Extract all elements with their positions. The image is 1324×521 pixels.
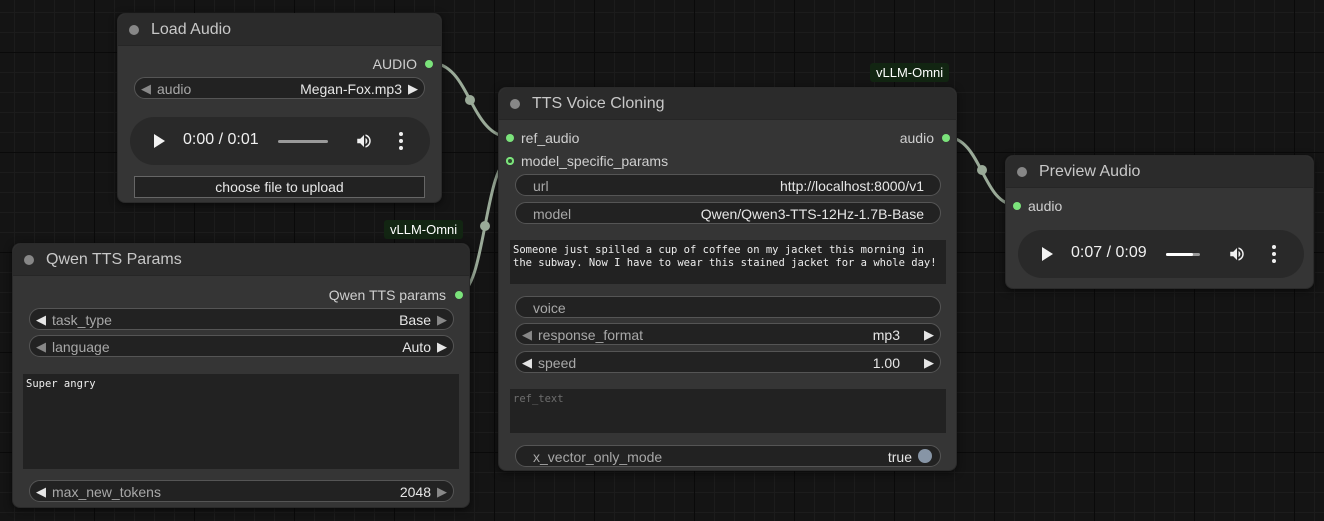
language-combo[interactable]: ◀ language Auto ▶ [29, 335, 454, 357]
arrow-left-icon[interactable]: ◀ [36, 339, 46, 355]
widget-label: voice [533, 300, 566, 316]
arrow-left-icon[interactable]: ◀ [522, 355, 532, 371]
widget-value: Megan-Fox.mp3 [300, 81, 402, 97]
player-time: 0:07 / 0:09 [1071, 244, 1147, 261]
player-time: 0:00 / 0:01 [183, 131, 259, 148]
collapse-dot-icon[interactable] [1017, 167, 1027, 177]
slot-dot-icon[interactable] [425, 60, 433, 68]
more-vert-icon[interactable] [1272, 245, 1276, 263]
widget-label: x_vector_only_mode [533, 449, 663, 465]
node-badge: vLLM-Omni [870, 63, 950, 82]
slot-dot-icon[interactable] [506, 157, 514, 165]
x-vector-toggle[interactable]: x_vector_only_mode true [515, 445, 941, 467]
widget-value: true [887, 449, 912, 465]
node-badge: vLLM-Omni [384, 220, 464, 239]
ref-text-textarea[interactable]: ref_text [510, 389, 946, 433]
link-reroute-dot [465, 95, 475, 105]
widget-label: max_new_tokens [52, 484, 161, 500]
arrow-left-icon[interactable]: ◀ [36, 312, 46, 328]
node-title-bar[interactable]: Preview Audio [1006, 156, 1313, 188]
node-title-bar[interactable]: TTS Voice Cloning [499, 88, 956, 120]
widget-value: Base [399, 312, 431, 328]
widget-value: 1.00 [872, 355, 900, 371]
link-reroute-dot [977, 165, 987, 175]
widget-label: language [52, 339, 110, 355]
tts-voice-cloning-node[interactable]: TTS Voice Cloning ref_audio model_specif… [498, 87, 957, 471]
arrow-left-icon[interactable]: ◀ [141, 81, 151, 97]
volume-icon[interactable] [355, 132, 373, 150]
widget-value: 2048 [399, 484, 431, 500]
arrow-left-icon[interactable]: ◀ [36, 484, 46, 500]
widget-label: model [533, 206, 572, 222]
upload-button[interactable]: choose file to upload [134, 176, 425, 198]
voice-field[interactable]: voice [515, 296, 941, 318]
node-title: TTS Voice Cloning [532, 95, 665, 112]
input-slot-model-params[interactable]: model_specific_params [506, 153, 668, 169]
arrow-right-icon[interactable]: ▶ [408, 81, 418, 97]
input-slot-audio[interactable]: audio [1013, 198, 1062, 214]
arrow-right-icon[interactable]: ▶ [437, 484, 447, 500]
node-title: Qwen TTS Params [46, 251, 182, 268]
response-format-combo[interactable]: ◀ response_format mp3 ▶ [515, 323, 941, 345]
load-audio-node[interactable]: Load Audio AUDIO ◀ audio Megan-Fox.mp3 ▶… [117, 13, 442, 203]
model-field[interactable]: model Qwen/Qwen3-TTS-12Hz-1.7B-Base [515, 202, 941, 224]
arrow-right-icon[interactable]: ▶ [437, 312, 447, 328]
play-icon[interactable] [1042, 247, 1053, 261]
slot-label: ref_audio [521, 130, 580, 146]
seek-slider[interactable] [1166, 253, 1200, 256]
node-title: Load Audio [151, 21, 232, 38]
widget-label: task_type [52, 312, 112, 328]
arrow-right-icon[interactable]: ▶ [924, 355, 934, 371]
widget-label: url [533, 178, 549, 194]
collapse-dot-icon[interactable] [24, 255, 34, 265]
node-title-bar[interactable]: Load Audio [118, 14, 441, 46]
seek-slider[interactable] [278, 140, 328, 143]
input-slot-ref-audio[interactable]: ref_audio [506, 130, 579, 146]
widget-label: speed [538, 355, 577, 371]
collapse-dot-icon[interactable] [129, 25, 139, 35]
slot-dot-icon[interactable] [455, 291, 463, 299]
link-reroute-dot [480, 221, 490, 231]
output-slot-params[interactable]: Qwen TTS params [329, 287, 463, 303]
slot-dot-icon[interactable] [506, 134, 514, 142]
instructions-textarea[interactable]: Super angry [23, 374, 459, 469]
slot-label: audio [1028, 198, 1063, 214]
widget-value: Qwen/Qwen3-TTS-12Hz-1.7B-Base [700, 206, 924, 222]
arrow-left-icon[interactable]: ◀ [522, 327, 532, 343]
node-title-bar[interactable]: Qwen TTS Params [13, 244, 469, 276]
arrow-right-icon[interactable]: ▶ [437, 339, 447, 355]
slot-dot-icon[interactable] [942, 134, 950, 142]
widget-label: response_format [538, 327, 644, 343]
slot-label: Qwen TTS params [328, 287, 446, 303]
seek-fill [1166, 253, 1193, 256]
widget-value: mp3 [872, 327, 900, 343]
max-new-tokens-number[interactable]: ◀ max_new_tokens 2048 ▶ [29, 480, 454, 502]
preview-audio-node[interactable]: Preview Audio audio 0:07 / 0:09 [1005, 155, 1314, 289]
widget-value: http://localhost:8000/v1 [780, 178, 924, 194]
output-slot-audio[interactable]: AUDIO [373, 56, 433, 72]
slot-dot-icon[interactable] [1013, 202, 1021, 210]
slot-label: audio [899, 130, 934, 146]
arrow-right-icon[interactable]: ▶ [924, 327, 934, 343]
qwen-tts-params-node[interactable]: Qwen TTS Params Qwen TTS params ◀ task_t… [12, 243, 470, 508]
audio-combo[interactable]: ◀ audio Megan-Fox.mp3 ▶ [134, 77, 425, 99]
speed-number[interactable]: ◀ speed 1.00 ▶ [515, 351, 941, 373]
url-field[interactable]: url http://localhost:8000/v1 [515, 174, 941, 196]
audio-player[interactable]: 0:07 / 0:09 [1018, 230, 1304, 278]
slot-label: AUDIO [372, 56, 417, 72]
widget-value: Auto [402, 339, 431, 355]
volume-icon[interactable] [1228, 245, 1246, 263]
task-type-combo[interactable]: ◀ task_type Base ▶ [29, 308, 454, 330]
node-title: Preview Audio [1039, 163, 1141, 180]
more-vert-icon[interactable] [399, 132, 403, 150]
audio-player[interactable]: 0:00 / 0:01 [130, 117, 430, 165]
slot-label: model_specific_params [521, 153, 669, 169]
output-slot-audio[interactable]: audio [900, 130, 950, 146]
toggle-knob-icon[interactable] [918, 449, 932, 463]
text-textarea[interactable]: Someone just spilled a cup of coffee on … [510, 240, 946, 284]
widget-label: audio [157, 81, 192, 97]
collapse-dot-icon[interactable] [510, 99, 520, 109]
play-icon[interactable] [154, 134, 165, 148]
